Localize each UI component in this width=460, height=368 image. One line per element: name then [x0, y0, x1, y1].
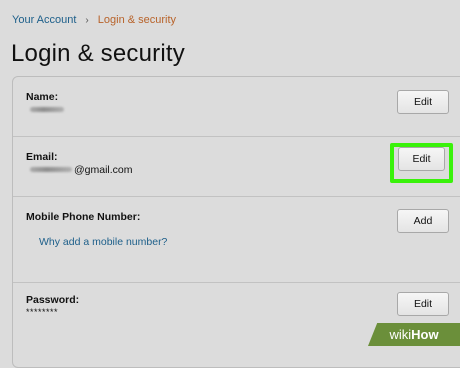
email-label: Email:: [26, 151, 58, 163]
phone-label: Mobile Phone Number:: [26, 211, 141, 223]
watermark-part1: wiki: [389, 327, 412, 342]
name-value-blurred: [30, 107, 64, 112]
page-title: Login & security: [11, 40, 185, 67]
email-row: Email: @gmail.com Edit: [13, 136, 460, 197]
phone-add-button[interactable]: Add: [397, 209, 449, 233]
email-edit-button[interactable]: Edit: [398, 147, 445, 171]
email-value-blurred: [30, 167, 72, 172]
wikihow-watermark: wiki How: [368, 323, 460, 346]
name-edit-button[interactable]: Edit: [397, 90, 449, 114]
password-edit-button[interactable]: Edit: [397, 292, 449, 316]
email-domain: @gmail.com: [74, 164, 133, 176]
breadcrumb: Your Account › Login & security: [12, 14, 176, 26]
breadcrumb-current: Login & security: [97, 14, 177, 26]
name-row: Name: Edit: [13, 77, 460, 137]
breadcrumb-your-account-link[interactable]: Your Account: [12, 14, 76, 26]
watermark-part2: How: [411, 327, 439, 342]
why-add-mobile-link[interactable]: Why add a mobile number?: [39, 236, 167, 248]
password-label: Password:: [26, 294, 80, 306]
name-label: Name:: [26, 91, 59, 103]
phone-row: Mobile Phone Number: Why add a mobile nu…: [13, 196, 460, 283]
breadcrumb-separator: ›: [85, 14, 89, 26]
password-value: ********: [26, 307, 59, 317]
